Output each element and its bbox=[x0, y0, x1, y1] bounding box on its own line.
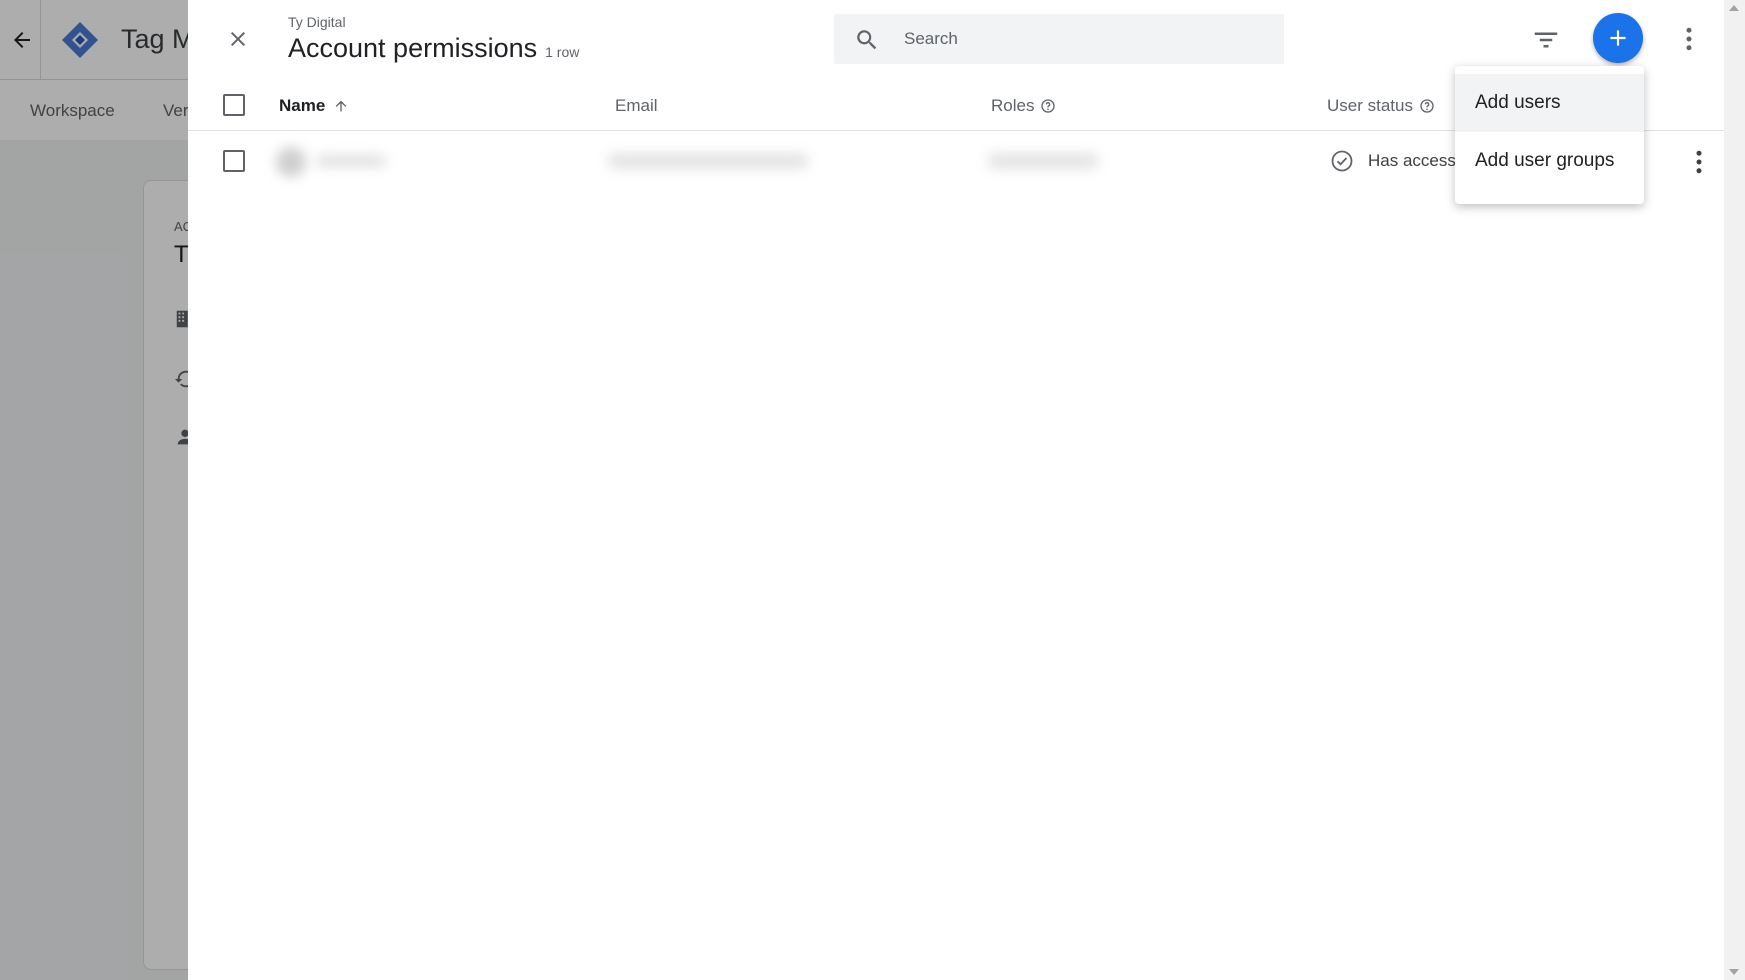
user-status-help-icon[interactable] bbox=[1419, 98, 1435, 114]
column-header-email[interactable]: Email bbox=[615, 96, 658, 116]
user-status-cell: Has access bbox=[1330, 149, 1456, 173]
select-all-checkbox[interactable] bbox=[223, 94, 245, 116]
column-header-name[interactable]: Name bbox=[279, 96, 349, 116]
add-button[interactable] bbox=[1593, 13, 1643, 63]
column-header-roles-label: Roles bbox=[991, 96, 1035, 115]
column-header-name-label: Name bbox=[279, 96, 326, 115]
redacted-user-name bbox=[316, 155, 386, 167]
search-box bbox=[834, 14, 1284, 64]
sort-ascending-arrow-icon[interactable] bbox=[333, 98, 349, 114]
close-button[interactable] bbox=[222, 23, 254, 55]
roles-help-icon[interactable] bbox=[1040, 98, 1056, 114]
column-header-user-status[interactable]: User status bbox=[1327, 96, 1435, 116]
more-options-icon[interactable] bbox=[1674, 24, 1704, 54]
row-count: 1 row bbox=[545, 44, 580, 60]
redacted-user-email bbox=[608, 153, 808, 169]
column-header-user-status-label: User status bbox=[1327, 96, 1413, 115]
column-header-roles[interactable]: Roles bbox=[991, 96, 1056, 116]
close-icon bbox=[231, 32, 245, 46]
column-header-email-label: Email bbox=[615, 96, 658, 115]
row-more-options-icon[interactable] bbox=[1684, 147, 1714, 177]
page-title-text: Account permissions bbox=[288, 33, 538, 63]
account-name: Ty Digital bbox=[288, 14, 346, 30]
search-icon bbox=[857, 30, 877, 50]
check-circle-icon bbox=[1331, 150, 1353, 172]
search-input[interactable] bbox=[904, 14, 1274, 64]
add-menu: Add users Add user groups bbox=[1455, 66, 1644, 204]
page-title: Account permissions 1 row bbox=[288, 33, 579, 64]
scroll-up-arrow-icon[interactable] bbox=[1729, 5, 1739, 11]
menu-item-add-user-groups[interactable]: Add user groups bbox=[1455, 132, 1644, 190]
user-status-text: Has access bbox=[1368, 151, 1456, 170]
redacted-user-role bbox=[988, 153, 1098, 169]
page-scrollbar[interactable] bbox=[1724, 0, 1745, 980]
menu-item-add-users[interactable]: Add users bbox=[1455, 74, 1644, 132]
scroll-down-arrow-icon[interactable] bbox=[1729, 969, 1739, 975]
filter-icon[interactable] bbox=[1531, 25, 1561, 55]
avatar bbox=[276, 147, 306, 177]
plus-icon bbox=[1610, 30, 1626, 46]
row-checkbox[interactable] bbox=[223, 150, 245, 172]
